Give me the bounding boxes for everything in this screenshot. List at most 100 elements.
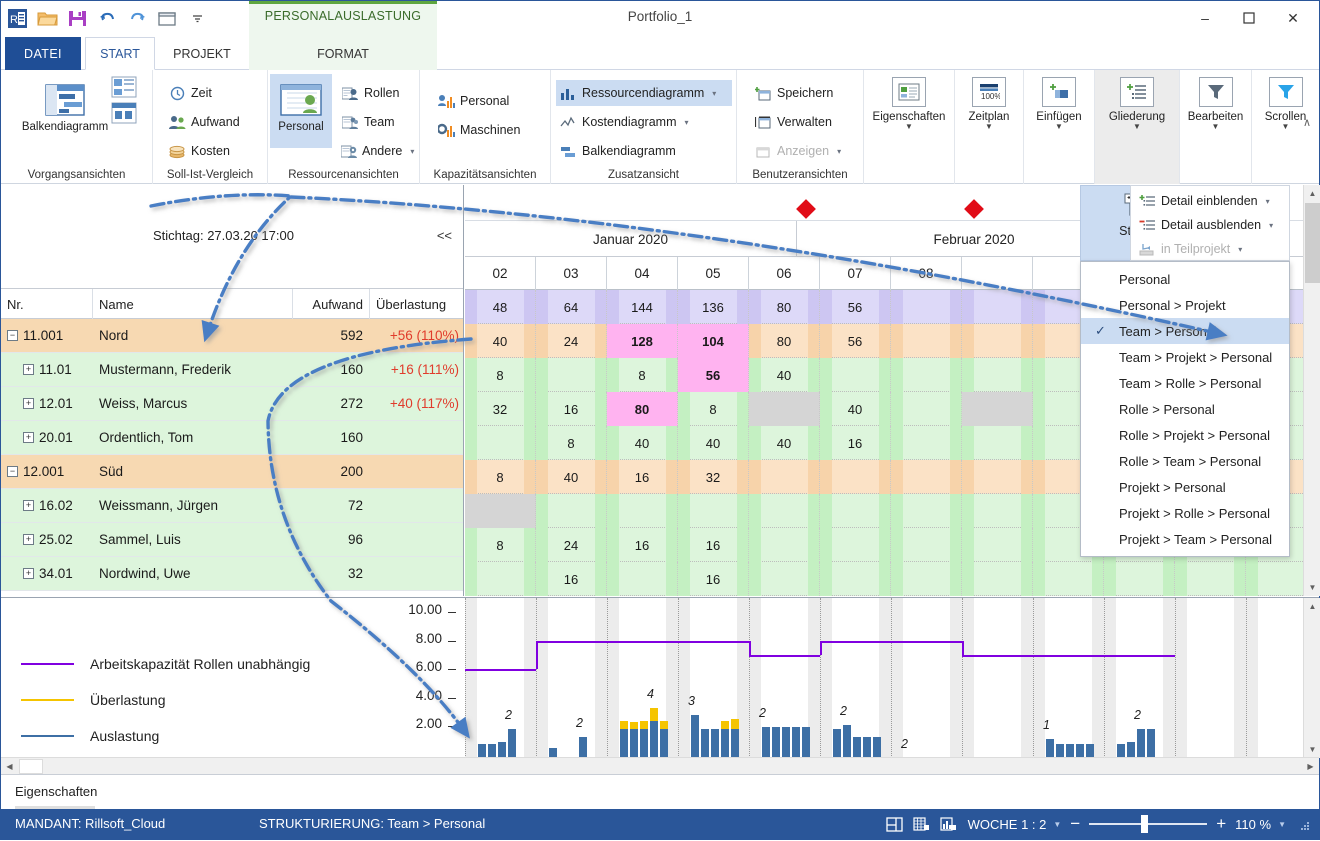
grid-cell[interactable] [1246, 562, 1303, 596]
hscroll-thumb[interactable] [19, 759, 43, 774]
table-row[interactable]: +34.01 Nordwind, Uwe 32 [1, 557, 463, 591]
struktur-menu-item[interactable]: Projekt > Team > Personal [1081, 526, 1289, 552]
grid-cell[interactable] [820, 358, 891, 392]
einfuegen-button[interactable]: Einfügen ▼ [1024, 70, 1094, 131]
collapse-ribbon-icon[interactable]: ∧ [1303, 116, 1311, 129]
zoom-out-button[interactable]: − [1070, 814, 1080, 834]
grid-cell[interactable] [891, 358, 962, 392]
load-bar[interactable] [630, 729, 638, 758]
grid-cell[interactable] [962, 392, 1033, 426]
milestone-marker[interactable] [964, 199, 984, 219]
struktur-menu-item[interactable]: Projekt > Personal [1081, 474, 1289, 500]
zoom-slider-knob[interactable] [1141, 815, 1149, 833]
anzeigen-button[interactable]: Anzeigen ▾ [751, 138, 857, 164]
overload-bar[interactable] [630, 722, 638, 730]
grid-vertical-scrollbar[interactable]: ▲ ▼ [1303, 185, 1320, 596]
scroll-left-icon[interactable]: ◀ [1, 758, 18, 775]
table-row[interactable]: +16.02 Weissmann, Jürgen 72 [1, 489, 463, 523]
grid-cell[interactable]: 104 [678, 324, 749, 358]
load-bar[interactable] [650, 720, 658, 758]
tab-format[interactable]: FORMAT [249, 37, 437, 70]
load-bar[interactable] [1076, 743, 1084, 758]
scroll-thumb[interactable] [1305, 203, 1320, 283]
grid-cell[interactable] [465, 562, 536, 596]
close-button[interactable]: ✕ [1271, 3, 1315, 33]
grid-cell[interactable] [891, 494, 962, 528]
chart-scroll-down-icon[interactable]: ▼ [1304, 741, 1320, 758]
grid-cell[interactable]: 8 [607, 358, 678, 392]
einfuegen-caret-icon[interactable]: ▼ [1055, 122, 1063, 131]
grid-cell[interactable]: 32 [678, 460, 749, 494]
struktur-menu-item[interactable]: ✓ Team > Personal [1081, 318, 1289, 344]
scroll-up-icon[interactable]: ▲ [1304, 185, 1320, 202]
table-row[interactable]: +25.02 Sammel, Luis 96 [1, 523, 463, 557]
grid-cell[interactable]: 40 [536, 460, 607, 494]
view-option-2-icon[interactable] [111, 102, 137, 127]
grid-cell[interactable]: 8 [536, 426, 607, 460]
chart-scroll-up-icon[interactable]: ▲ [1304, 598, 1320, 615]
overload-bar[interactable] [660, 720, 668, 730]
grid-cell[interactable]: 8 [465, 528, 536, 562]
grid-cell[interactable] [1175, 562, 1246, 596]
grid-cell[interactable] [962, 358, 1033, 392]
milestone-marker[interactable] [796, 199, 816, 219]
collapse-columns-button[interactable]: << [437, 228, 452, 243]
column-header-ueberlastung[interactable]: Überlastung [370, 289, 463, 319]
grid-cell[interactable] [1104, 562, 1175, 596]
grid-cell[interactable]: 8 [678, 392, 749, 426]
load-bar[interactable] [1086, 743, 1094, 758]
scroll-down-icon[interactable]: ▼ [1304, 579, 1320, 596]
load-bar[interactable] [488, 743, 496, 758]
load-bar[interactable] [731, 729, 739, 758]
balkendiagramm-button[interactable]: Balkendiagramm [22, 74, 108, 133]
grid-cell[interactable] [678, 494, 749, 528]
detail-ausblenden-button[interactable]: Detail ausblenden ▾ [1135, 212, 1287, 238]
grid-cell[interactable]: 80 [749, 324, 820, 358]
resize-grip-icon[interactable] [1293, 816, 1313, 833]
minimize-button[interactable]: – [1183, 3, 1227, 33]
load-bar[interactable] [620, 729, 628, 758]
load-bar[interactable] [762, 726, 770, 758]
row-expander[interactable]: + [23, 534, 34, 545]
detail-einblenden-button[interactable]: Detail einblenden ▾ [1135, 188, 1287, 214]
grid-cell[interactable] [891, 562, 962, 596]
load-bar[interactable] [508, 729, 516, 758]
properties-tab[interactable]: Eigenschaften [15, 784, 97, 799]
load-bar[interactable] [711, 729, 719, 758]
detail-ausblenden-caret-icon[interactable]: ▾ [1269, 221, 1273, 230]
row-expander[interactable]: − [7, 466, 18, 477]
grid-cell[interactable]: 80 [749, 290, 820, 324]
table-row[interactable]: +20.01 Ordentlich, Tom 160 [1, 421, 463, 455]
load-bar[interactable] [772, 726, 780, 758]
grid-cell[interactable] [962, 324, 1033, 358]
grid-cell[interactable]: 40 [678, 426, 749, 460]
grid-cell[interactable] [536, 494, 607, 528]
grid-cell[interactable] [820, 494, 891, 528]
detail-einblenden-caret-icon[interactable]: ▾ [1266, 197, 1270, 206]
grid-cell[interactable] [891, 460, 962, 494]
grid-cell[interactable] [607, 562, 678, 596]
personal-view-button[interactable]: Personal [270, 74, 332, 148]
load-bar[interactable] [1046, 739, 1054, 758]
zeitplan-button[interactable]: 100% Zeitplan ▼ [955, 70, 1023, 131]
anzeigen-caret-icon[interactable]: ▾ [837, 147, 841, 156]
grid-cell[interactable]: 56 [820, 324, 891, 358]
struktur-menu-item[interactable]: Personal > Projekt [1081, 292, 1289, 318]
load-bar[interactable] [802, 726, 810, 758]
in-teilprojekt-button[interactable]: in Teilprojekt ▾ [1135, 236, 1287, 262]
maschinen-button[interactable]: Maschinen [434, 117, 546, 143]
column-header-nr[interactable]: Nr. [1, 289, 93, 319]
tab-start[interactable]: START [85, 37, 155, 70]
speichern-view-button[interactable]: Speichern [751, 80, 857, 106]
grid-cell[interactable]: 136 [678, 290, 749, 324]
grid-cell[interactable] [962, 460, 1033, 494]
struktur-menu-item[interactable]: Rolle > Projekt > Personal [1081, 422, 1289, 448]
tab-datei[interactable]: DATEI [5, 37, 81, 70]
row-expander[interactable]: + [23, 432, 34, 443]
view-chart-icon[interactable] [939, 816, 959, 833]
struktur-menu-item[interactable]: Rolle > Personal [1081, 396, 1289, 422]
grid-cell[interactable]: 56 [678, 358, 749, 392]
grid-cell[interactable] [749, 460, 820, 494]
grid-cell[interactable]: 40 [820, 392, 891, 426]
row-expander[interactable]: + [23, 364, 34, 375]
